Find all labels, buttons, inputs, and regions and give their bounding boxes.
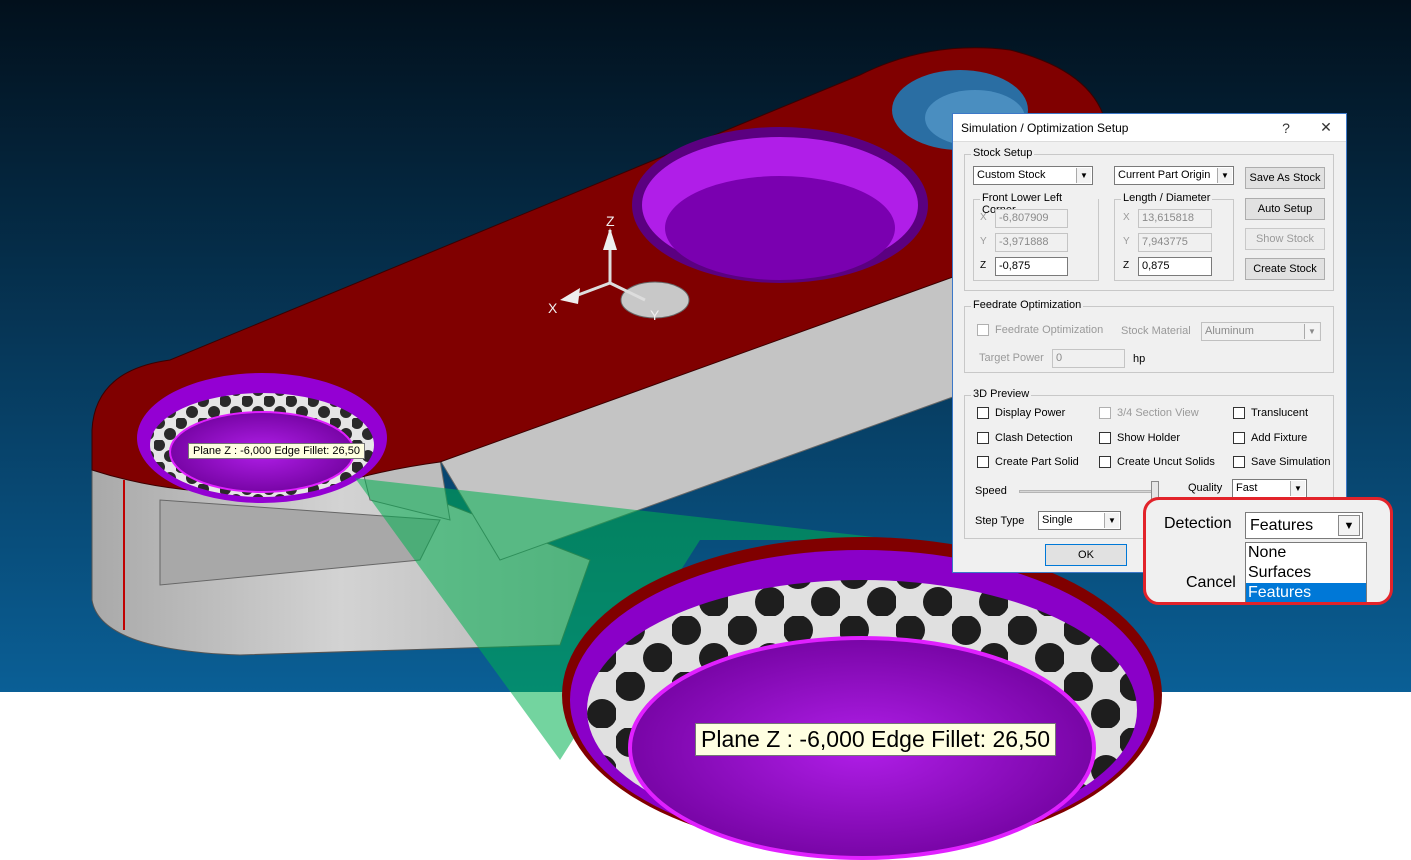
ld-z-field[interactable]: 0,875 (1138, 257, 1212, 276)
quality-label: Quality (1188, 482, 1223, 494)
create-part-solid-checkbox[interactable]: Create Part Solid (977, 456, 1079, 468)
detection-option-surfaces[interactable]: Surfaces (1246, 563, 1366, 583)
detection-select[interactable]: Features ▼ (1245, 512, 1363, 539)
speed-label: Speed (975, 485, 1007, 497)
chevron-down-icon: ▼ (1217, 168, 1232, 183)
help-button[interactable]: ? (1266, 120, 1306, 136)
stock-material-select[interactable]: Aluminum ▼ (1201, 322, 1321, 341)
feature-tooltip: Plane Z : -6,000 Edge Fillet: 26,50 (188, 443, 365, 459)
target-power-field[interactable]: 0 (1052, 349, 1125, 368)
dialog-title: Simulation / Optimization Setup (961, 120, 1129, 135)
ld-z-label: Z (1123, 260, 1130, 271)
display-power-checkbox[interactable]: Display Power (977, 407, 1065, 419)
chevron-down-icon: ▼ (1338, 515, 1360, 536)
detection-label: Detection (1164, 515, 1232, 532)
save-simulation-checkbox[interactable]: Save Simulation (1233, 456, 1331, 468)
stock-setup-label: Stock Setup (971, 147, 1035, 159)
chevron-down-icon: ▼ (1076, 168, 1091, 183)
fll-z-label: Z (980, 260, 987, 271)
fll-y-field[interactable]: -3,971888 (995, 233, 1068, 252)
show-stock-button[interactable]: Show Stock (1245, 228, 1325, 250)
detection-callout: Detection Features ▼ Cancel None Surfaces… (1143, 497, 1393, 605)
target-power-label: Target Power (979, 352, 1044, 364)
chevron-down-icon: ▼ (1104, 513, 1119, 528)
show-holder-checkbox[interactable]: Show Holder (1099, 432, 1180, 444)
quality-select[interactable]: Fast ▼ (1232, 479, 1307, 498)
axis-y-label: Y (650, 307, 660, 323)
detection-dropdown-list: None Surfaces Features (1245, 542, 1367, 602)
chevron-down-icon: ▼ (1304, 324, 1319, 339)
stock-type-select[interactable]: Custom Stock ▼ (973, 166, 1093, 185)
save-as-stock-button[interactable]: Save As Stock (1245, 167, 1325, 189)
ld-y-field[interactable]: 7,943775 (1138, 233, 1212, 252)
ld-x-field[interactable]: 13,615818 (1138, 209, 1212, 228)
axis-z-label: Z (606, 213, 615, 229)
step-type-label: Step Type (975, 515, 1025, 527)
detection-option-none[interactable]: None (1246, 543, 1366, 563)
zoom-view (562, 537, 1162, 860)
axis-x-label: X (548, 300, 558, 316)
preview-label: 3D Preview (971, 388, 1032, 400)
ld-y-label: Y (1123, 236, 1130, 247)
step-type-select[interactable]: Single ▼ (1038, 511, 1121, 530)
add-fixture-checkbox[interactable]: Add Fixture (1233, 432, 1307, 444)
create-uncut-solids-checkbox[interactable]: Create Uncut Solids (1099, 456, 1215, 468)
fll-z-field[interactable]: -0,875 (995, 257, 1068, 276)
auto-setup-button[interactable]: Auto Setup (1245, 198, 1325, 220)
cad-application: Z X Y Plane Z : -6,000 Edge Fillet: 26,5… (0, 0, 1411, 860)
ok-button[interactable]: OK (1045, 544, 1127, 566)
chevron-down-icon: ▼ (1290, 481, 1305, 496)
feature-tooltip-magnified: Plane Z : -6,000 Edge Fillet: 26,50 (695, 723, 1057, 756)
target-power-unit: hp (1133, 353, 1146, 365)
clash-detection-checkbox[interactable]: Clash Detection (977, 432, 1073, 444)
pocket-large-floor (665, 176, 895, 280)
stock-material-label: Stock Material (1121, 325, 1191, 337)
speed-slider-track[interactable] (1019, 490, 1159, 493)
ld-x-label: X (1123, 212, 1130, 223)
fll-x-label: X (980, 212, 987, 223)
section-view-checkbox[interactable]: 3/4 Section View (1099, 407, 1199, 419)
feedrate-label: Feedrate Optimization (971, 299, 1084, 311)
detection-option-features[interactable]: Features (1246, 583, 1366, 602)
dialog-titlebar[interactable]: Simulation / Optimization Setup ? ✕ (953, 114, 1346, 142)
length-diameter-label: Length / Diameter (1121, 192, 1213, 204)
origin-select[interactable]: Current Part Origin ▼ (1114, 166, 1234, 185)
fll-x-field[interactable]: -6,807909 (995, 209, 1068, 228)
cancel-button[interactable]: Cancel (1186, 574, 1236, 592)
fll-y-label: Y (980, 236, 987, 247)
close-button[interactable]: ✕ (1306, 119, 1346, 136)
create-stock-button[interactable]: Create Stock (1245, 258, 1325, 280)
translucent-checkbox[interactable]: Translucent (1233, 407, 1308, 419)
feedrate-checkbox[interactable]: Feedrate Optimization (977, 324, 1103, 336)
